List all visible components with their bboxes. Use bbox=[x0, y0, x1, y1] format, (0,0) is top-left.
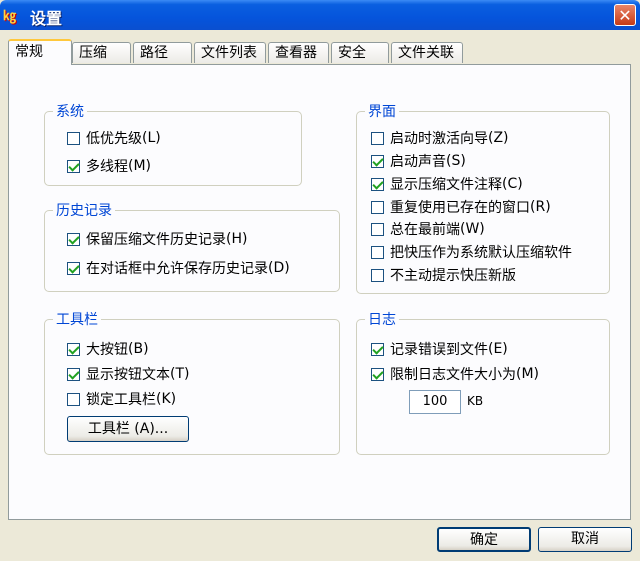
close-button[interactable]: ✕ bbox=[614, 4, 636, 26]
checkbox-label: 低优先级 bbox=[86, 131, 142, 147]
checkbox-box bbox=[67, 159, 80, 173]
tab-viewer[interactable]: 查看器 bbox=[268, 42, 329, 63]
log-group-title: 日志 bbox=[365, 309, 399, 329]
log-size-input[interactable]: 100 bbox=[409, 390, 461, 414]
hotkey-hint: (M) bbox=[128, 158, 152, 174]
tab-path[interactable]: 路径 bbox=[133, 42, 192, 63]
hotkey-hint: (M) bbox=[516, 366, 540, 382]
hotkey-hint: (D) bbox=[268, 260, 290, 276]
checkbox-box bbox=[371, 268, 384, 282]
checkbox-box bbox=[67, 367, 80, 381]
limit-log-size-checkbox[interactable]: 限制日志文件大小为 (M) bbox=[371, 364, 539, 384]
log-group: 日志 记录错误到文件 (E) 限制日志文件大小为 (M) 100 KB bbox=[356, 309, 610, 455]
system-group-title: 系统 bbox=[53, 101, 87, 121]
hotkey-hint: (W) bbox=[460, 221, 485, 237]
checkbox-label: 保留压缩文件历史记录 bbox=[86, 232, 226, 248]
checkbox-box bbox=[371, 177, 384, 191]
app-logo-icon: ㎏ bbox=[3, 8, 16, 23]
checkbox-label: 限制日志文件大小为 bbox=[390, 367, 516, 383]
always-on-top-checkbox[interactable]: 总在最前端 (W) bbox=[371, 219, 485, 239]
checkbox-label: 启动声音 bbox=[390, 154, 446, 170]
toolbar-settings-button[interactable]: 工具栏 (A)... bbox=[67, 416, 189, 442]
hotkey-hint: (C) bbox=[502, 176, 523, 192]
tab-file-association[interactable]: 文件关联 bbox=[391, 42, 463, 63]
interface-group: 界面 启动时激活向导 (Z) 启动声音 (S) 显示压缩文件注释 (C) 重复使… bbox=[356, 101, 610, 294]
tab-file-list[interactable]: 文件列表 bbox=[194, 42, 266, 63]
toolbar-group: 工具栏 大按钮 (B) 显示按钮文本 (T) 锁定工具栏 (K) 工具栏 (A)… bbox=[44, 309, 340, 455]
startup-sound-checkbox[interactable]: 启动声音 (S) bbox=[371, 151, 466, 171]
hotkey-hint: (E) bbox=[488, 341, 508, 357]
checkbox-label: 记录错误到文件 bbox=[390, 342, 488, 358]
interface-group-title: 界面 bbox=[365, 101, 399, 121]
log-size-unit: KB bbox=[467, 394, 484, 408]
checkbox-label: 总在最前端 bbox=[390, 222, 460, 238]
checkbox-label: 启动时激活向导 bbox=[390, 131, 488, 147]
title-bar: ㎏ 设置 ✕ bbox=[0, 0, 640, 30]
lock-toolbar-checkbox[interactable]: 锁定工具栏 (K) bbox=[67, 389, 176, 409]
checkbox-box bbox=[67, 131, 80, 145]
default-compressor-checkbox[interactable]: 把快压作为系统默认压缩软件 bbox=[371, 242, 572, 262]
ok-button[interactable]: 确定 bbox=[437, 527, 531, 552]
checkbox-box bbox=[371, 154, 384, 168]
checkbox-label: 不主动提示快压新版 bbox=[390, 268, 516, 284]
large-buttons-checkbox[interactable]: 大按钮 (B) bbox=[67, 339, 149, 359]
low-priority-checkbox[interactable]: 低优先级 (L) bbox=[67, 128, 161, 148]
checkbox-label: 把快压作为系统默认压缩软件 bbox=[390, 245, 572, 261]
log-errors-checkbox[interactable]: 记录错误到文件 (E) bbox=[371, 339, 508, 359]
checkbox-box bbox=[67, 392, 80, 406]
checkbox-label: 显示按钮文本 bbox=[86, 367, 170, 383]
checkbox-label: 显示压缩文件注释 bbox=[390, 177, 502, 193]
startup-wizard-checkbox[interactable]: 启动时激活向导 (Z) bbox=[371, 128, 509, 148]
hotkey-hint: (L) bbox=[142, 130, 161, 146]
checkbox-label: 重复使用已存在的窗口 bbox=[390, 200, 530, 216]
hotkey-hint: (Z) bbox=[488, 130, 509, 146]
system-group: 系统 低优先级 (L) 多线程 (M) bbox=[44, 101, 302, 186]
history-group-title: 历史记录 bbox=[53, 200, 115, 220]
tab-security[interactable]: 安全 bbox=[331, 42, 389, 63]
no-update-prompt-checkbox[interactable]: 不主动提示快压新版 bbox=[371, 265, 516, 285]
hotkey-hint: (T) bbox=[170, 366, 190, 382]
history-group: 历史记录 保留压缩文件历史记录 (H) 在对话框中允许保存历史记录 (D) bbox=[44, 200, 340, 292]
checkbox-label: 多线程 bbox=[86, 159, 128, 175]
hotkey-hint: (K) bbox=[156, 391, 177, 407]
checkbox-box bbox=[371, 367, 384, 381]
show-archive-comment-checkbox[interactable]: 显示压缩文件注释 (C) bbox=[371, 174, 523, 194]
hotkey-hint: (S) bbox=[446, 153, 466, 169]
checkbox-box bbox=[371, 245, 384, 259]
checkbox-box bbox=[371, 342, 384, 356]
tab-general[interactable]: 常规 bbox=[8, 39, 72, 65]
checkbox-label: 大按钮 bbox=[86, 342, 128, 358]
keep-archive-history-checkbox[interactable]: 保留压缩文件历史记录 (H) bbox=[67, 229, 247, 249]
checkbox-box bbox=[67, 232, 80, 246]
multithread-checkbox[interactable]: 多线程 (M) bbox=[67, 156, 151, 176]
checkbox-box bbox=[371, 131, 384, 145]
reuse-window-checkbox[interactable]: 重复使用已存在的窗口 (R) bbox=[371, 197, 551, 217]
settings-panel: 系统 低优先级 (L) 多线程 (M) 历史记录 保留压缩文件历史记录 (H) … bbox=[8, 64, 631, 520]
checkbox-box bbox=[371, 222, 384, 236]
checkbox-box bbox=[67, 342, 80, 356]
dialog-history-checkbox[interactable]: 在对话框中允许保存历史记录 (D) bbox=[67, 258, 290, 278]
checkbox-label: 在对话框中允许保存历史记录 bbox=[86, 261, 268, 277]
window-title: 设置 bbox=[30, 9, 63, 28]
hotkey-hint: (H) bbox=[226, 231, 248, 247]
checkbox-box bbox=[67, 261, 80, 275]
hotkey-hint: (R) bbox=[530, 199, 551, 215]
show-button-text-checkbox[interactable]: 显示按钮文本 (T) bbox=[67, 364, 189, 384]
cancel-button[interactable]: 取消 bbox=[538, 527, 632, 552]
tab-compress[interactable]: 压缩 bbox=[72, 42, 131, 63]
toolbar-group-title: 工具栏 bbox=[53, 309, 101, 329]
hotkey-hint: (B) bbox=[128, 341, 149, 357]
checkbox-box bbox=[371, 200, 384, 214]
checkbox-label: 锁定工具栏 bbox=[86, 392, 156, 408]
